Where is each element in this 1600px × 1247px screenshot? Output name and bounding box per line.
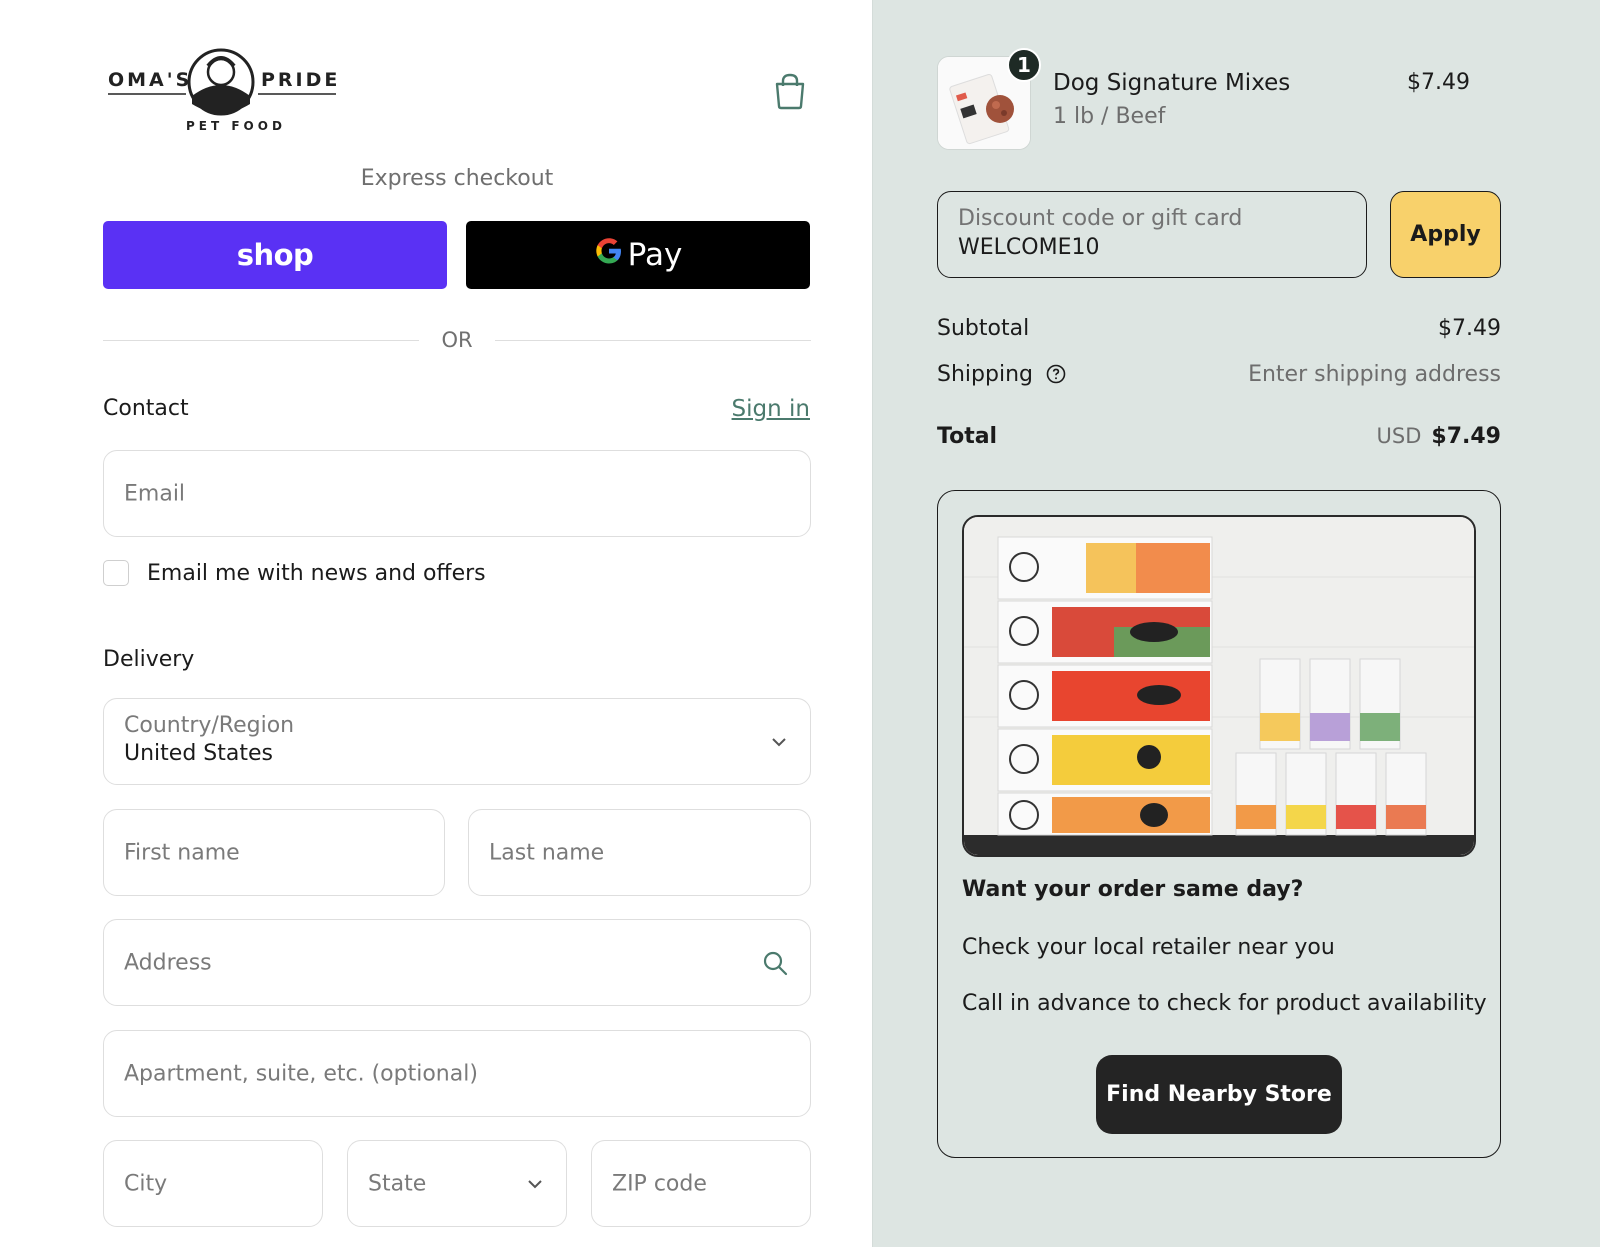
or-divider: OR xyxy=(103,328,811,354)
state-select[interactable]: State xyxy=(347,1140,567,1227)
quantity-badge: 1 xyxy=(1007,48,1041,82)
first-name-field[interactable]: First name xyxy=(103,809,445,896)
zip-field[interactable]: ZIP code xyxy=(591,1140,811,1227)
google-g-icon xyxy=(594,235,624,275)
shipping-value: Enter shipping address xyxy=(1248,362,1501,387)
zip-placeholder: ZIP code xyxy=(612,1171,707,1196)
google-pay-button[interactable]: Pay xyxy=(466,221,810,289)
product-variant: 1 lb / Beef xyxy=(1053,104,1166,129)
discount-value: WELCOME10 xyxy=(958,235,1100,260)
apartment-field[interactable]: Apartment, suite, etc. (optional) xyxy=(103,1030,811,1117)
find-nearby-store-button[interactable]: Find Nearby Store xyxy=(1096,1055,1342,1134)
shipping-label: Shipping xyxy=(937,362,1033,387)
subtotal-row: Subtotal $7.49 xyxy=(937,316,1501,341)
search-icon[interactable] xyxy=(762,950,788,976)
total-amount: USD $7.49 xyxy=(1377,424,1501,449)
google-pay-label: Pay xyxy=(627,237,683,273)
delivery-heading: Delivery xyxy=(103,647,195,672)
chevron-down-icon xyxy=(528,1179,542,1188)
discount-code-field[interactable]: Discount code or gift card WELCOME10 xyxy=(937,191,1367,278)
state-placeholder: State xyxy=(368,1171,427,1196)
total-label: Total xyxy=(937,424,998,449)
help-circle-icon[interactable] xyxy=(1046,364,1066,384)
news-offers-checkbox[interactable] xyxy=(103,560,129,586)
total-currency: USD xyxy=(1376,424,1422,448)
discount-label: Discount code or gift card xyxy=(958,206,1243,231)
logo-word-omas: OMA'S xyxy=(108,69,192,91)
logo-sub: PET FOOD xyxy=(186,119,286,133)
last-name-placeholder: Last name xyxy=(489,840,605,865)
promo-line-1: Check your local retailer near you xyxy=(962,935,1335,960)
total-value: $7.49 xyxy=(1431,424,1501,449)
subtotal-label: Subtotal xyxy=(937,316,1030,341)
shop-pay-button[interactable]: shop xyxy=(103,221,447,289)
product-boxes-image xyxy=(964,517,1474,855)
promo-product-photo xyxy=(962,515,1476,857)
or-text: OR xyxy=(441,328,473,352)
chevron-down-icon xyxy=(772,737,786,746)
address-placeholder: Address xyxy=(124,950,212,975)
address-field[interactable]: Address xyxy=(103,919,811,1006)
last-name-field[interactable]: Last name xyxy=(468,809,811,896)
omas-pride-logo[interactable]: OMA'S PRIDE PET FOOD xyxy=(108,44,344,136)
news-offers-label: Email me with news and offers xyxy=(147,560,486,586)
promo-title: Want your order same day? xyxy=(962,877,1304,902)
checkout-main-column: OMA'S PRIDE PET FOOD Express checkout sh… xyxy=(0,0,872,1247)
shipping-row: Shipping Enter shipping address xyxy=(937,362,1501,387)
shopping-bag-icon[interactable] xyxy=(772,72,808,110)
first-name-placeholder: First name xyxy=(124,840,240,865)
sign-in-link[interactable]: Sign in xyxy=(732,396,810,422)
promo-line-2: Call in advance to check for product ava… xyxy=(962,991,1487,1016)
news-offers-row[interactable]: Email me with news and offers xyxy=(103,560,486,586)
total-row: Total USD $7.49 xyxy=(937,424,1501,449)
product-name: Dog Signature Mixes xyxy=(1053,70,1291,96)
email-field[interactable]: Email xyxy=(103,450,811,537)
shop-pay-label: shop xyxy=(236,238,314,272)
apartment-placeholder: Apartment, suite, etc. (optional) xyxy=(124,1061,478,1086)
product-price: $7.49 xyxy=(1407,70,1470,95)
country-label: Country/Region xyxy=(124,713,295,738)
country-value: United States xyxy=(124,741,273,766)
city-field[interactable]: City xyxy=(103,1140,323,1227)
email-placeholder: Email xyxy=(124,481,186,506)
same-day-promo-card: Want your order same day? Check your loc… xyxy=(937,490,1501,1158)
logo-word-pride: PRIDE xyxy=(261,69,340,91)
order-summary-panel: 1 Dog Signature Mixes 1 lb / Beef $7.49 … xyxy=(872,0,1600,1247)
subtotal-value: $7.49 xyxy=(1438,316,1501,341)
apply-discount-button[interactable]: Apply xyxy=(1390,191,1501,278)
contact-heading: Contact xyxy=(103,396,189,421)
city-placeholder: City xyxy=(124,1171,168,1196)
country-select[interactable]: Country/Region United States xyxy=(103,698,811,785)
express-checkout-label: Express checkout xyxy=(360,166,554,191)
